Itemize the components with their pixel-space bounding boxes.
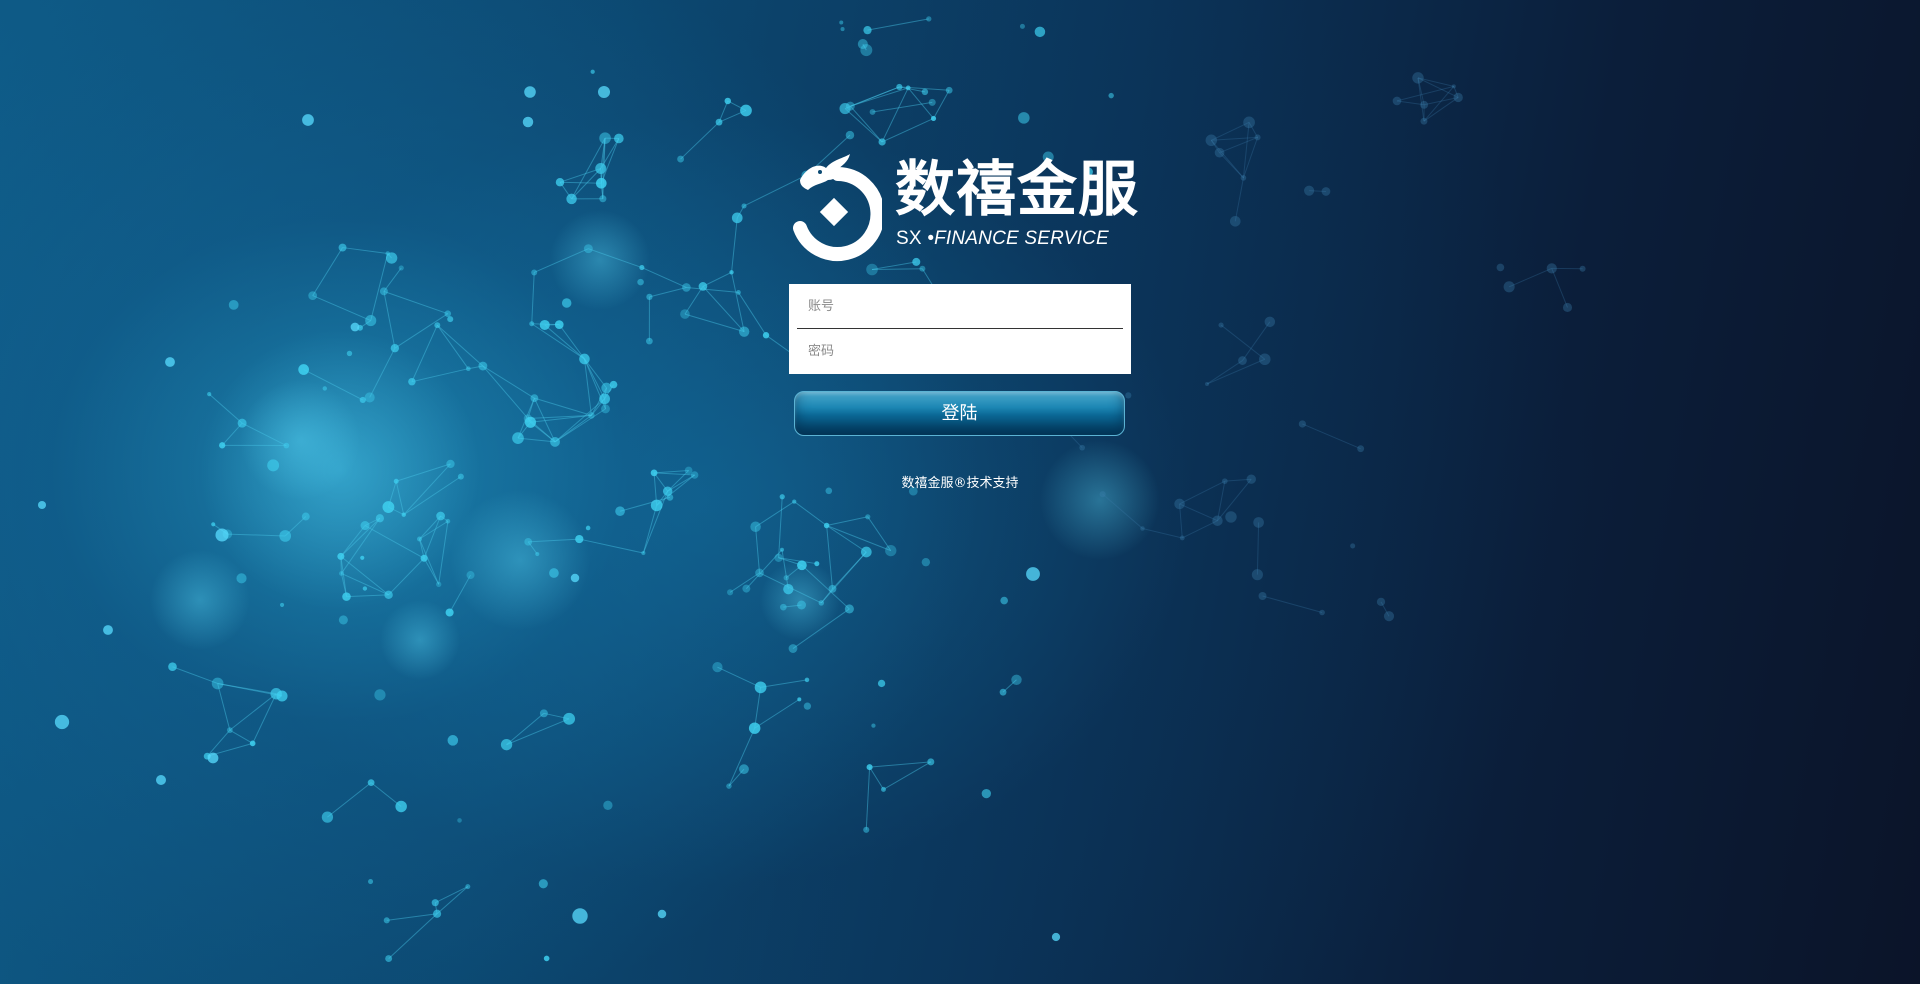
brand-title: 数禧金服 (895, 155, 1139, 225)
login-button[interactable]: 登陆 (794, 391, 1125, 436)
brand-subtitle-suffix: FINANCE SERVICE (934, 228, 1109, 249)
login-form (789, 284, 1131, 374)
login-background: 数禧金服 SX •FINANCE SERVICE 登陆 数禧金服®技术支持 (0, 0, 1920, 984)
account-input[interactable] (797, 284, 1123, 328)
password-input[interactable] (797, 329, 1123, 373)
brand-logo: 数禧金服 SX •FINANCE SERVICE (792, 150, 1138, 262)
brand-subtitle-prefix: SX (896, 228, 922, 249)
tech-support-text: 数禧金服®技术支持 (901, 476, 1019, 491)
network-background-graphic (37, 16, 1586, 963)
dragon-logo-icon (793, 154, 882, 261)
brand-subtitle: SX •FINANCE SERVICE (896, 228, 1109, 250)
